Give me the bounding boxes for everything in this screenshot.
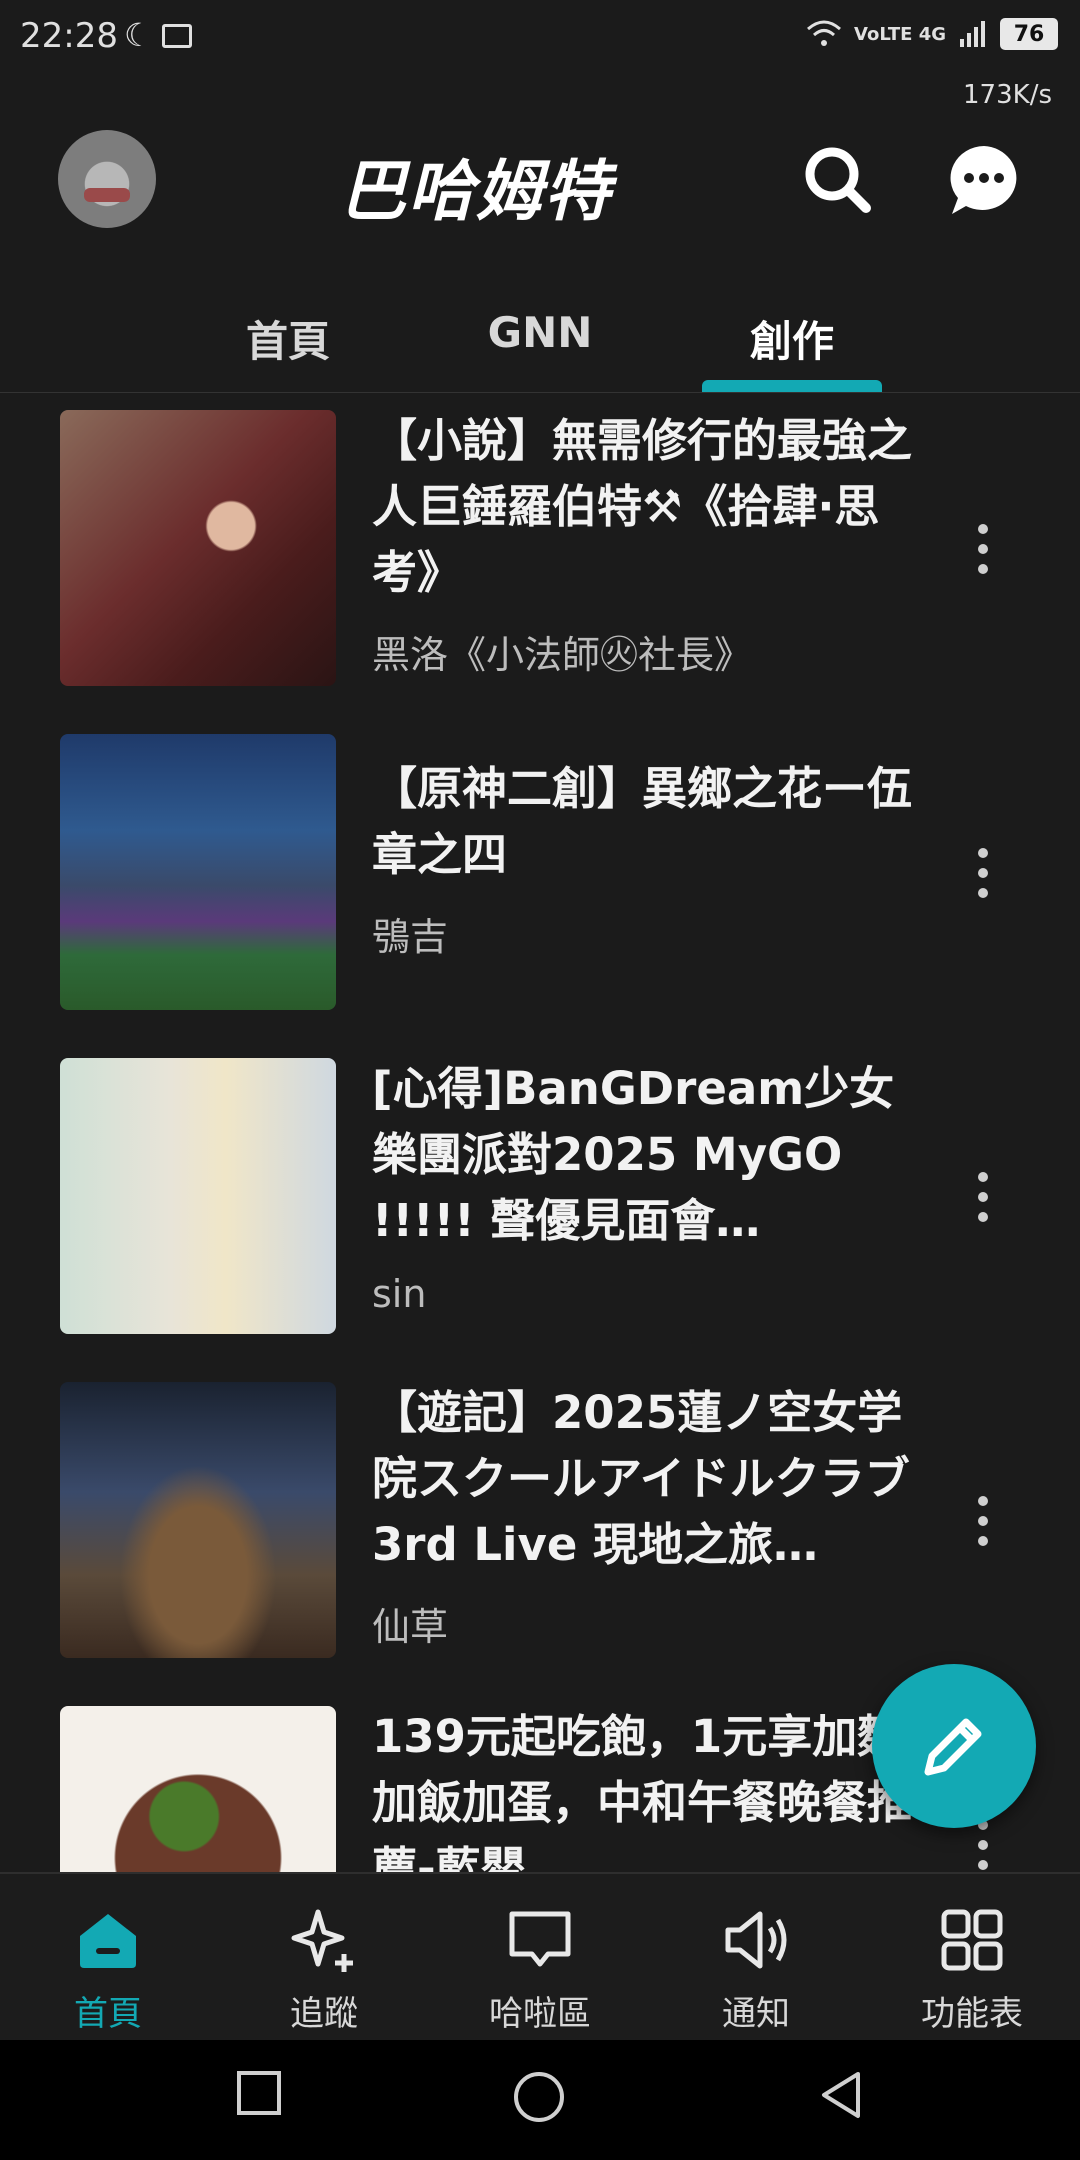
nav-label: 首頁: [74, 1994, 142, 2034]
more-options-button[interactable]: [968, 524, 998, 584]
compose-button[interactable]: [872, 1664, 1036, 1828]
bottom-nav: 首頁 追蹤 哈啦區 通知 功能表: [0, 1872, 1080, 2042]
grid-menu-icon: [941, 1909, 1003, 1971]
more-options-button[interactable]: [968, 848, 998, 908]
post-thumbnail: [60, 1706, 336, 1872]
nav-forum[interactable]: 哈啦區: [432, 1874, 648, 2042]
post-title: 139元起吃飽，1元享加麵加飯加蛋，中和午餐晚餐推薦-藍罌: [372, 1710, 913, 1872]
chat-icon: [950, 146, 1017, 214]
tab-gnn[interactable]: GNN: [440, 308, 640, 357]
recents-icon[interactable]: [236, 2070, 282, 2116]
app-logo: 巴哈姆特: [340, 153, 612, 230]
status-time: 22:28: [20, 16, 118, 56]
list-item[interactable]: 【原神二創】異鄉之花ー伍章之四 鴞吉: [0, 718, 1080, 1042]
nav-label: 通知: [722, 1994, 790, 2034]
avatar[interactable]: [58, 130, 156, 228]
post-thumbnail: [60, 734, 336, 1010]
battery-indicator: 76: [1000, 18, 1058, 50]
nav-label: 追蹤: [290, 1994, 358, 2034]
post-title: 【小說】無需修行的最強之人巨錘羅伯特⚒《拾肆·思考》: [372, 414, 913, 599]
tab-creation[interactable]: 創作: [692, 308, 892, 369]
tab-home[interactable]: 首頁: [188, 308, 388, 369]
sparkle-plus-icon: [291, 1909, 353, 1972]
nav-notifications[interactable]: 通知: [648, 1874, 864, 2042]
nav-menu[interactable]: 功能表: [864, 1874, 1080, 2042]
network-speed: 173K/s: [963, 80, 1052, 110]
app-header: 巴哈姆特: [0, 110, 1080, 240]
status-bar: 22:28 ☾ VoLTE 4G 76 173K/s: [0, 0, 1080, 110]
home-button-icon[interactable]: [512, 2070, 566, 2124]
list-item[interactable]: 【小說】無需修行的最強之人巨錘羅伯特⚒《拾肆·思考》 黑洛《小法師㊋社長》: [0, 394, 1080, 718]
post-list: 【小說】無需修行的最強之人巨錘羅伯特⚒《拾肆·思考》 黑洛《小法師㊋社長》 【原…: [0, 394, 1080, 1872]
nav-home[interactable]: 首頁: [0, 1874, 216, 2042]
post-author: sin: [372, 1272, 427, 1316]
search-button[interactable]: [798, 140, 878, 220]
nav-label: 功能表: [921, 1994, 1023, 2034]
home-icon: [80, 1914, 136, 1968]
post-author: 鴞吉: [372, 915, 449, 959]
list-item[interactable]: [心得]BanGDream少女樂團派對2025 MyGO !!!!! 聲優見面會…: [0, 1042, 1080, 1366]
signal-icon: [960, 21, 985, 47]
post-thumbnail: [60, 410, 336, 686]
back-icon[interactable]: [818, 2070, 864, 2120]
list-item[interactable]: 【遊記】2025蓮ノ空女学院スクールアイドルクラブ 3rd Live 現地之旅……: [0, 1366, 1080, 1690]
network-label: VoLTE 4G: [854, 23, 946, 45]
more-options-button[interactable]: [968, 1820, 998, 1872]
image-icon: [162, 24, 192, 48]
more-options-button[interactable]: [968, 1172, 998, 1232]
pencil-icon: [924, 1718, 982, 1776]
messages-button[interactable]: [944, 140, 1024, 220]
active-tab-indicator: [702, 380, 882, 392]
speaker-icon: [725, 1911, 787, 1969]
nav-follow[interactable]: 追蹤: [216, 1874, 432, 2042]
status-right: VoLTE 4G 76: [806, 18, 1058, 50]
more-options-button[interactable]: [968, 1496, 998, 1556]
top-tabs: 首頁 GNN 創作: [0, 296, 1080, 393]
post-title: 【遊記】2025蓮ノ空女学院スクールアイドルクラブ 3rd Live 現地之旅…: [372, 1386, 910, 1571]
nav-label: 哈啦區: [489, 1994, 591, 2034]
post-title: [心得]BanGDream少女樂團派對2025 MyGO !!!!! 聲優見面會…: [372, 1062, 895, 1247]
post-title: 【原神二創】異鄉之花ー伍章之四: [372, 762, 913, 881]
chat-bubble-icon: [509, 1911, 571, 1967]
post-author: 仙草: [372, 1605, 449, 1649]
search-icon: [805, 147, 871, 213]
post-author: 黑洛《小法師㊋社長》: [372, 633, 753, 677]
moon-icon: ☾: [124, 16, 153, 54]
post-thumbnail: [60, 1382, 336, 1658]
system-nav-bar: [0, 2040, 1080, 2160]
post-thumbnail: [60, 1058, 336, 1334]
wifi-icon: [807, 20, 842, 46]
